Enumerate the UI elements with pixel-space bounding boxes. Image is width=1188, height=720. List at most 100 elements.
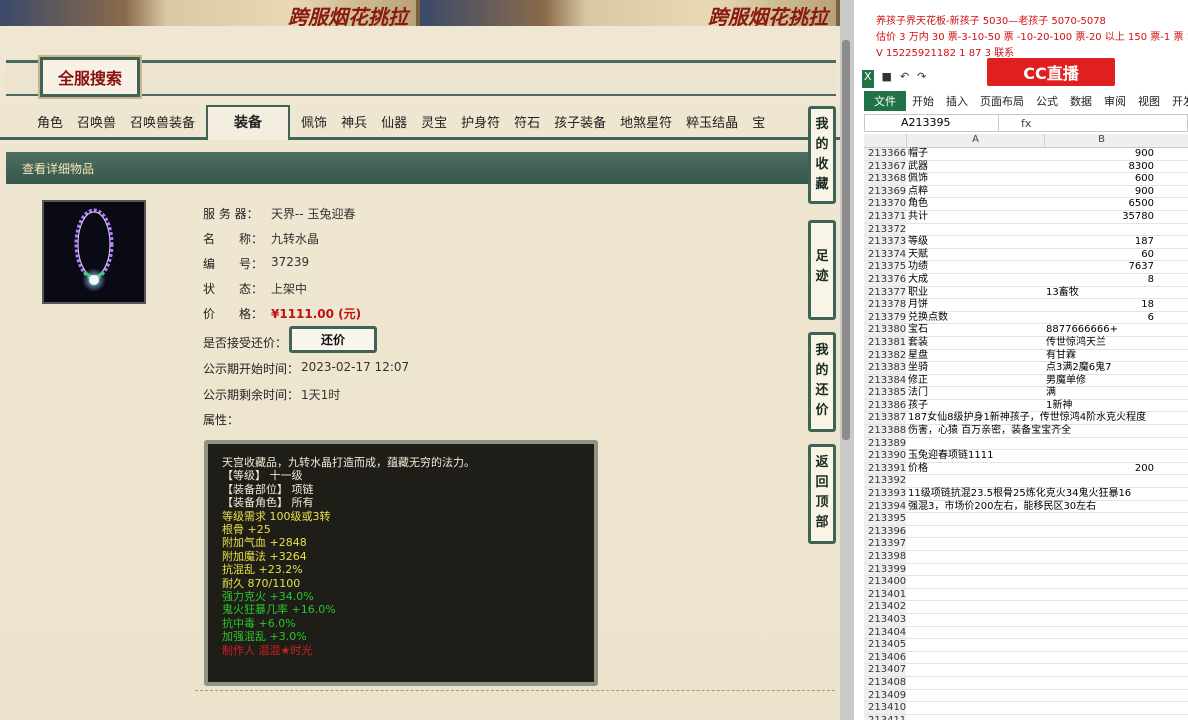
undo-icon[interactable]: ↶ — [900, 70, 909, 88]
cell-a[interactable]: 功绩 — [906, 261, 1044, 273]
ribbon-tab-1[interactable]: 开始 — [906, 93, 940, 109]
cell-b[interactable] — [1044, 224, 1158, 236]
cell-a[interactable]: 修正 — [906, 375, 1044, 387]
cell-b[interactable] — [1044, 513, 1158, 525]
tab-2[interactable]: 召唤兽装备 — [123, 112, 202, 137]
fx-icon[interactable]: fx — [999, 117, 1031, 130]
cell-a[interactable]: 角色 — [906, 198, 1044, 210]
cell-a[interactable] — [906, 538, 1044, 550]
cell-b[interactable] — [1044, 677, 1158, 689]
cell-b[interactable] — [1044, 526, 1158, 538]
row-number[interactable]: 213389 — [864, 437, 906, 450]
cell-b[interactable]: 600 — [1044, 173, 1158, 185]
cell-a[interactable]: 大成 — [906, 274, 1044, 286]
cell-b[interactable]: 18 — [1044, 299, 1158, 311]
tab-11[interactable]: 地煞星符 — [613, 112, 679, 137]
cell-a[interactable] — [906, 576, 1044, 588]
column-a-header[interactable]: A — [906, 134, 1044, 147]
cell-a[interactable]: 强混3，市场价200左右，能移民区30左右 — [906, 501, 1096, 513]
side-button-footprint[interactable]: 足迹 — [808, 220, 836, 320]
row-number[interactable]: 213371 — [864, 210, 906, 223]
row-number[interactable]: 213378 — [864, 299, 906, 311]
cell-b[interactable]: 187 — [1044, 236, 1158, 248]
cell-b[interactable]: 900 — [1044, 148, 1158, 160]
row-number[interactable]: 213391 — [864, 462, 906, 475]
ribbon-tab-2[interactable]: 插入 — [940, 93, 974, 109]
cell-b[interactable] — [1044, 538, 1158, 550]
cell-a[interactable] — [906, 589, 1044, 601]
cell-b[interactable] — [1044, 664, 1158, 676]
side-button-my-haggles[interactable]: 我的还价 — [808, 332, 836, 432]
cell-b[interactable] — [1044, 412, 1158, 424]
row-number[interactable]: 213369 — [864, 185, 906, 198]
row-number[interactable]: 213397 — [864, 538, 906, 550]
ribbon-tab-4[interactable]: 公式 — [1030, 93, 1064, 109]
cell-a[interactable] — [906, 664, 1044, 676]
cell-b[interactable] — [1044, 614, 1158, 626]
cell-a[interactable]: 帽子 — [906, 148, 1044, 160]
cell-a[interactable]: 187女仙8级护身1新神孩子，传世惊鸿4阶水克火程度 — [906, 412, 1146, 424]
tab-5[interactable]: 神兵 — [334, 112, 374, 137]
cell-b[interactable]: 8 — [1044, 274, 1158, 286]
cell-a[interactable]: 职业 — [906, 287, 1044, 299]
tab-13[interactable]: 宝 — [745, 112, 772, 137]
cell-a[interactable]: 伤害，心猿 百万亲密，装备宝宝齐全 — [906, 425, 1071, 437]
row-number[interactable]: 213366 — [864, 148, 906, 160]
row-number[interactable]: 213386 — [864, 399, 906, 412]
cell-a[interactable] — [906, 475, 1044, 487]
cell-b[interactable]: 满 — [1044, 387, 1158, 399]
row-number[interactable]: 213387 — [864, 412, 906, 425]
cell-b[interactable] — [1044, 690, 1158, 702]
row-number[interactable]: 213406 — [864, 651, 906, 664]
row-number[interactable]: 213370 — [864, 198, 906, 210]
cell-a[interactable] — [906, 551, 1044, 563]
cell-a[interactable]: 套装 — [906, 337, 1044, 349]
cell-b[interactable]: 男魔单修 — [1044, 375, 1158, 387]
cell-b[interactable] — [1044, 627, 1158, 639]
row-number[interactable]: 213405 — [864, 639, 906, 651]
row-number[interactable]: 213380 — [864, 324, 906, 336]
row-number[interactable]: 213381 — [864, 336, 906, 349]
cell-b[interactable] — [1044, 576, 1158, 588]
cell-b[interactable]: 200 — [1044, 463, 1158, 475]
cell-b[interactable] — [1044, 425, 1158, 437]
cell-b[interactable]: 8877666666+ — [1044, 324, 1158, 336]
row-number[interactable]: 213390 — [864, 450, 906, 462]
ribbon-tab-3[interactable]: 页面布局 — [974, 93, 1030, 109]
cell-b[interactable]: 8300 — [1044, 161, 1158, 173]
tab-8[interactable]: 护身符 — [454, 112, 507, 137]
cell-b[interactable] — [1044, 564, 1158, 576]
cell-a[interactable]: 玉兔迎春项链1111 — [906, 450, 1044, 462]
row-number[interactable]: 213375 — [864, 261, 906, 273]
cell-a[interactable] — [906, 715, 1044, 720]
row-number[interactable]: 213409 — [864, 689, 906, 702]
row-number[interactable]: 213407 — [864, 664, 906, 676]
cell-a[interactable]: 宝石 — [906, 324, 1044, 336]
row-number[interactable]: 213385 — [864, 387, 906, 399]
scrollbar-thumb[interactable] — [842, 40, 850, 440]
side-button-back-to-top[interactable]: 返回顶部 — [808, 444, 836, 544]
cell-a[interactable] — [906, 526, 1044, 538]
cell-a[interactable] — [906, 702, 1044, 714]
row-number[interactable]: 213367 — [864, 160, 906, 173]
row-number[interactable]: 213410 — [864, 702, 906, 714]
ribbon-tab-0[interactable]: 文件 — [864, 91, 906, 111]
cell-a[interactable] — [906, 627, 1044, 639]
cell-b[interactable] — [1044, 551, 1158, 563]
tab-12[interactable]: 粹玉结晶 — [679, 112, 745, 137]
cell-b[interactable]: 60 — [1044, 249, 1158, 261]
cell-a[interactable]: 天赋 — [906, 249, 1044, 261]
column-b-header[interactable]: B — [1044, 134, 1158, 147]
cell-b[interactable]: 点3满2魔6鬼7 — [1044, 362, 1158, 374]
tab-0[interactable]: 角色 — [30, 112, 70, 137]
cell-a[interactable] — [906, 601, 1044, 613]
cell-b[interactable]: 有甘霖 — [1044, 350, 1158, 362]
cell-b[interactable]: 传世惊鸿天兰 — [1044, 337, 1158, 349]
cell-b[interactable] — [1044, 438, 1158, 450]
cell-b[interactable]: 900 — [1044, 186, 1158, 198]
row-number[interactable]: 213403 — [864, 613, 906, 626]
cell-b[interactable] — [1044, 450, 1158, 462]
tab-9[interactable]: 符石 — [507, 112, 547, 137]
cell-a[interactable]: 佩饰 — [906, 173, 1044, 185]
row-number[interactable]: 213388 — [864, 425, 906, 437]
